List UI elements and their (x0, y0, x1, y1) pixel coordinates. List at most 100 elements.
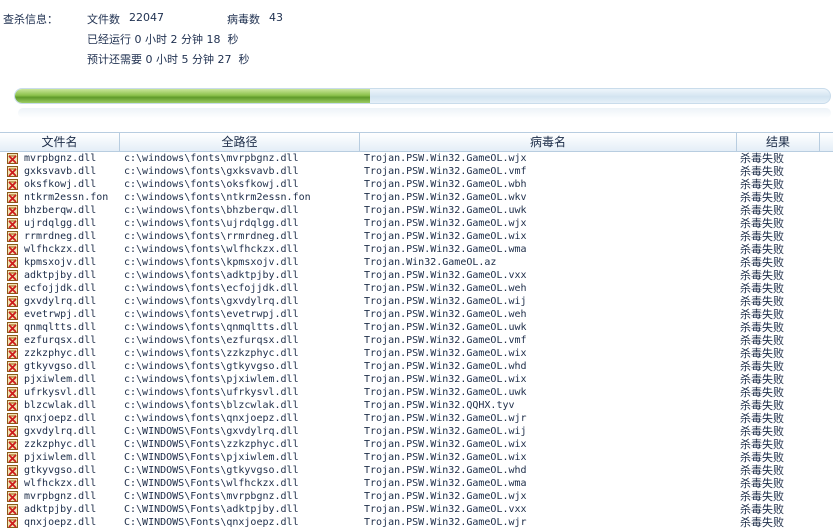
table-row[interactable]: gxksvavb.dll c:\windows\fonts\gxksvavb.dl… (0, 165, 833, 178)
virus-results-table[interactable]: 文件名 全路径 病毒名 结果 mvrpbgnz.dll c:\windows\fo… (0, 132, 833, 528)
table-row[interactable]: qnxjoepz.dll C:\WINDOWS\Fonts\qnxjoepz.dl… (0, 516, 833, 528)
column-header-fullpath[interactable]: 全路径 (120, 133, 360, 152)
row-fullpath: c:\windows\fonts\ecfojjdk.dll (124, 283, 299, 294)
file-count-value: 22047 (129, 11, 164, 24)
table-row[interactable]: oksfkowj.dll c:\windows\fonts\oksfkowj.dl… (0, 178, 833, 191)
row-fullpath: c:\windows\fonts\ezfurqsx.dll (124, 335, 299, 346)
row-fullpath: C:\WINDOWS\Fonts\mvrpbgnz.dll (124, 491, 299, 502)
row-result: 杀毒失败 (740, 152, 784, 165)
row-fullpath: c:\windows\fonts\oksfkowj.dll (124, 179, 299, 190)
virus-file-icon (7, 179, 18, 190)
table-row[interactable]: blzcwlak.dll c:\windows\fonts\blzcwlak.dl… (0, 399, 833, 412)
table-row[interactable]: mvrpbgnz.dll c:\windows\fonts\mvrpbgnz.dl… (0, 152, 833, 165)
row-result: 杀毒失败 (740, 360, 784, 373)
row-result: 杀毒失败 (740, 347, 784, 360)
row-fullpath: C:\WINDOWS\Fonts\zzkzphyc.dll (124, 439, 299, 450)
row-filename: ezfurqsx.dll (24, 335, 97, 346)
row-filename: wlfhckzx.dll (24, 478, 97, 489)
table-row[interactable]: wlfhckzx.dll c:\windows\fonts\wlfhckzx.dl… (0, 243, 833, 256)
row-result: 杀毒失败 (740, 477, 784, 490)
row-filename: adktpjby.dll (24, 270, 97, 281)
row-result: 杀毒失败 (740, 308, 784, 321)
row-result: 杀毒失败 (740, 451, 784, 464)
row-filename: oksfkowj.dll (24, 179, 97, 190)
table-row[interactable]: wlfhckzx.dll C:\WINDOWS\Fonts\wlfhckzx.dl… (0, 477, 833, 490)
row-result: 杀毒失败 (740, 269, 784, 282)
table-row[interactable]: zzkzphyc.dll C:\WINDOWS\Fonts\zzkzphyc.dl… (0, 438, 833, 451)
column-header-virusname[interactable]: 病毒名 (360, 133, 737, 152)
table-header: 文件名 全路径 病毒名 结果 (0, 132, 833, 152)
row-virusname: Trojan.PSW.Win32.GameOL.vmf (364, 166, 527, 177)
table-row[interactable]: gtkyvgso.dll c:\windows\fonts\gtkyvgso.dl… (0, 360, 833, 373)
table-row[interactable]: gxvdylrq.dll C:\WINDOWS\Fonts\gxvdylrq.dl… (0, 425, 833, 438)
virus-file-icon (7, 400, 18, 411)
virus-file-icon (7, 335, 18, 346)
row-fullpath: C:\WINDOWS\Fonts\qnxjoepz.dll (124, 517, 299, 528)
row-fullpath: c:\windows\fonts\qnmqltts.dll (124, 322, 299, 333)
row-filename: bhzberqw.dll (24, 205, 97, 216)
column-header-filename[interactable]: 文件名 (0, 133, 120, 152)
virus-file-icon (7, 517, 18, 528)
virus-file-icon (7, 257, 18, 268)
table-row[interactable]: gtkyvgso.dll C:\WINDOWS\Fonts\gtkyvgso.dl… (0, 464, 833, 477)
row-filename: ujrdqlgg.dll (24, 218, 97, 229)
virus-file-icon (7, 166, 18, 177)
row-virusname: Trojan.PSW.Win32.GameOL.wjx (364, 153, 527, 164)
row-result: 杀毒失败 (740, 464, 784, 477)
table-row[interactable]: qnxjoepz.dll c:\windows\fonts\qnxjoepz.dl… (0, 412, 833, 425)
table-row[interactable]: ujrdqlgg.dll c:\windows\fonts\ujrdqlgg.dl… (0, 217, 833, 230)
row-result: 杀毒失败 (740, 204, 784, 217)
row-fullpath: c:\windows\fonts\pjxiwlem.dll (124, 374, 299, 385)
virus-file-icon (7, 387, 18, 398)
virus-file-icon (7, 361, 18, 372)
row-filename: evetrwpj.dll (24, 309, 97, 320)
row-virusname: Trojan.PSW.Win32.GameOL.vxx (364, 504, 527, 515)
row-filename: qnxjoepz.dll (24, 517, 97, 528)
progress-shadow (18, 108, 831, 118)
table-row[interactable]: bhzberqw.dll c:\windows\fonts\bhzberqw.dl… (0, 204, 833, 217)
row-result: 杀毒失败 (740, 438, 784, 451)
row-virusname: Trojan.Win32.GameOL.az (364, 257, 497, 268)
row-filename: pjxiwlem.dll (24, 452, 97, 463)
row-virusname: Trojan.PSW.Win32.GameOL.uwk (364, 322, 527, 333)
virus-file-icon (7, 218, 18, 229)
row-result: 杀毒失败 (740, 321, 784, 334)
table-row[interactable]: kpmsxojv.dll c:\windows\fonts\kpmsxojv.dl… (0, 256, 833, 269)
table-row[interactable]: ufrkysvl.dll c:\windows\fonts\ufrkysvl.dl… (0, 386, 833, 399)
row-result: 杀毒失败 (740, 490, 784, 503)
row-fullpath: c:\windows\fonts\adktpjby.dll (124, 270, 299, 281)
row-fullpath: c:\windows\fonts\kpmsxojv.dll (124, 257, 299, 268)
virus-file-icon (7, 465, 18, 476)
virus-file-icon (7, 413, 18, 424)
table-row[interactable]: ntkrm2essn.fon c:\windows\fonts\ntkrm2ess… (0, 191, 833, 204)
table-row[interactable]: gxvdylrq.dll c:\windows\fonts\gxvdylrq.dl… (0, 295, 833, 308)
column-header-result[interactable]: 结果 (737, 133, 820, 152)
row-filename: qnmqltts.dll (24, 322, 97, 333)
row-virusname: Trojan.PSW.Win32.GameOL.vxx (364, 270, 527, 281)
table-row[interactable]: qnmqltts.dll c:\windows\fonts\qnmqltts.dl… (0, 321, 833, 334)
table-row[interactable]: evetrwpj.dll c:\windows\fonts\evetrwpj.dl… (0, 308, 833, 321)
row-filename: wlfhckzx.dll (24, 244, 97, 255)
row-result: 杀毒失败 (740, 334, 784, 347)
row-result: 杀毒失败 (740, 503, 784, 516)
row-virusname: Trojan.PSW.Win32.GameOL.wjr (364, 517, 527, 528)
table-row[interactable]: pjxiwlem.dll C:\WINDOWS\Fonts\pjxiwlem.dl… (0, 451, 833, 464)
table-row[interactable]: zzkzphyc.dll c:\windows\fonts\zzkzphyc.dl… (0, 347, 833, 360)
row-virusname: Trojan.PSW.Win32.GameOL.wbh (364, 179, 527, 190)
table-row[interactable]: adktpjby.dll C:\WINDOWS\Fonts\adktpjby.dl… (0, 503, 833, 516)
table-row[interactable]: pjxiwlem.dll c:\windows\fonts\pjxiwlem.dl… (0, 373, 833, 386)
table-row[interactable]: mvrpbgnz.dll C:\WINDOWS\Fonts\mvrpbgnz.dl… (0, 490, 833, 503)
row-fullpath: c:\windows\fonts\ufrkysvl.dll (124, 387, 299, 398)
virus-file-icon (7, 348, 18, 359)
row-virusname: Trojan.PSW.Win32.GameOL.wix (364, 374, 527, 385)
row-filename: blzcwlak.dll (24, 400, 97, 411)
table-row[interactable]: ecfojjdk.dll c:\windows\fonts\ecfojjdk.dl… (0, 282, 833, 295)
row-result: 杀毒失败 (740, 256, 784, 269)
table-row[interactable]: rrmrdneg.dll c:\windows\fonts\rrmrdneg.dl… (0, 230, 833, 243)
row-fullpath: c:\windows\fonts\gxksvavb.dll (124, 166, 299, 177)
table-row[interactable]: adktpjby.dll c:\windows\fonts\adktpjby.dl… (0, 269, 833, 282)
virus-file-icon (7, 504, 18, 515)
row-virusname: Trojan.PSW.Win32.GameOL.wij (364, 296, 527, 307)
table-row[interactable]: ezfurqsx.dll c:\windows\fonts\ezfurqsx.dl… (0, 334, 833, 347)
row-virusname: Trojan.PSW.Win32.GameOL.wix (364, 439, 527, 450)
